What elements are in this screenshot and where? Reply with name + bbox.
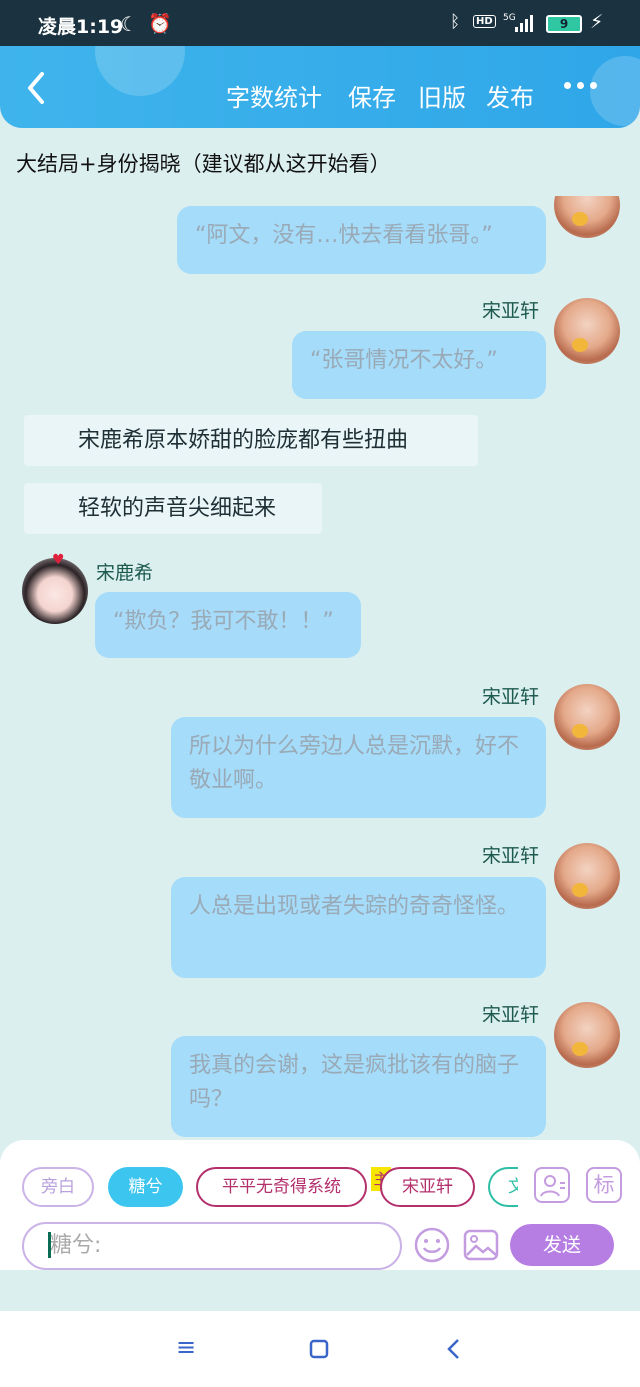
alarm-icon: ⏰: [148, 13, 172, 35]
old-version-button[interactable]: 旧版: [418, 78, 466, 113]
back-nav-icon[interactable]: [444, 1337, 464, 1361]
chip-narration[interactable]: 旁白: [22, 1167, 94, 1207]
chapter-title: 大结局+身份揭晓（建议都从这开始看）: [16, 152, 391, 176]
speaker-name: 宋亚轩: [482, 686, 540, 708]
home-nav-icon[interactable]: [309, 1339, 329, 1359]
speaker-name: 宋亚轩: [482, 300, 540, 322]
signal-icon: [515, 14, 537, 32]
hd-badge: HD: [473, 15, 496, 28]
moon-icon: ☾: [120, 12, 138, 36]
narration-line[interactable]: 宋鹿希原本娇甜的脸庞都有些扭曲: [24, 415, 478, 466]
speaker-name: 宋亚轩: [482, 1004, 540, 1026]
save-button[interactable]: 保存: [348, 78, 396, 113]
back-icon[interactable]: [22, 68, 52, 108]
chip-songyaxuan[interactable]: 宋亚轩: [380, 1167, 475, 1207]
speaker-name: 宋亚轩: [482, 845, 540, 867]
battery-icon: 9: [546, 15, 582, 33]
status-time: 凌晨1:19: [38, 16, 124, 38]
message-bubble[interactable]: 所以为什么旁边人总是沉默，好不敬业啊。: [171, 717, 546, 818]
message-bubble[interactable]: “张哥情况不太好。”: [292, 331, 546, 399]
input-panel: 旁白 糖兮 平平无奇得系统 主 宋亚轩 文 标 糖兮: 发送: [0, 1140, 640, 1270]
send-button[interactable]: 发送: [510, 1224, 614, 1266]
publish-button[interactable]: 发布: [486, 78, 534, 113]
tag-button[interactable]: 标: [586, 1167, 622, 1203]
message-bubble[interactable]: “阿文，没有…快去看看张哥。”: [177, 206, 546, 274]
message-input[interactable]: 糖兮:: [22, 1222, 402, 1270]
chip-system[interactable]: 平平无奇得系统: [196, 1167, 367, 1207]
message-bubble[interactable]: 人总是出现或者失踪的奇奇怪怪。: [171, 877, 546, 978]
status-bar: 凌晨1:19 ☾ ⏰ ᛒ HD 5G 9 ⚡: [0, 0, 640, 46]
bluetooth-icon: ᛒ: [450, 12, 461, 32]
avatar[interactable]: [554, 1002, 620, 1068]
image-icon[interactable]: [462, 1226, 500, 1264]
text-caret: [48, 1232, 51, 1258]
chip-current-character[interactable]: 糖兮: [108, 1167, 183, 1207]
avatar[interactable]: [554, 684, 620, 750]
profile-icon[interactable]: [534, 1167, 570, 1203]
more-icon[interactable]: [562, 76, 598, 96]
avatar[interactable]: [554, 843, 620, 909]
system-nav-bar: ≡: [0, 1311, 640, 1387]
emoji-icon[interactable]: [413, 1226, 451, 1264]
message-bubble[interactable]: 我真的会谢，这是疯批该有的脑子吗？: [171, 1036, 546, 1137]
top-app-bar: 字数统计 保存 旧版 发布: [0, 46, 640, 128]
word-count-button[interactable]: 字数统计: [226, 78, 322, 113]
network-type: 5G: [503, 13, 516, 23]
chip-wen[interactable]: 文: [488, 1167, 518, 1207]
charging-icon: ⚡: [590, 11, 604, 33]
menu-nav-icon[interactable]: ≡: [176, 1333, 196, 1361]
message-bubble[interactable]: “欺负？我可不敢！！”: [95, 592, 361, 658]
avatar[interactable]: [554, 298, 620, 364]
narration-line[interactable]: 轻软的声音尖细起来: [24, 483, 322, 534]
avatar[interactable]: [554, 196, 620, 238]
chat-list[interactable]: “阿文，没有…快去看看张哥。” 宋亚轩 “张哥情况不太好。” 宋鹿希原本娇甜的脸…: [0, 196, 640, 1141]
heart-icon: ♥: [52, 552, 65, 568]
speaker-name: 宋鹿希: [96, 562, 154, 584]
